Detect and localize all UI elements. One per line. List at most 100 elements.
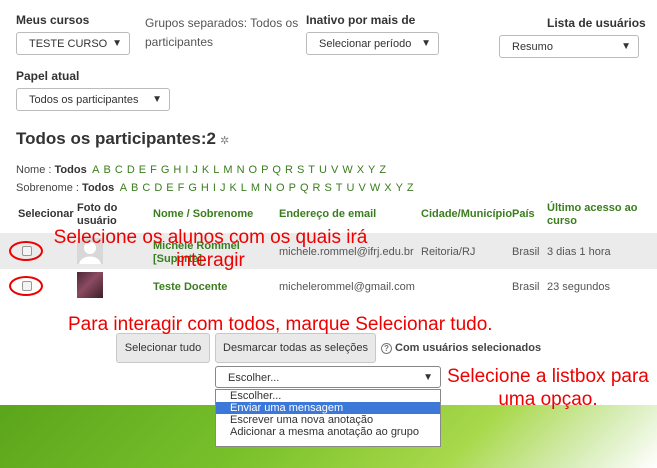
initial-letter-link[interactable]: P [289,182,296,194]
initial-letter-link[interactable]: L [241,182,247,194]
user-list-label: Lista de usuários [547,16,646,30]
col-name-header[interactable]: Nome / Sobrenome [153,208,253,221]
initial-letter-link[interactable]: F [150,164,157,176]
chevron-down-icon: ▼ [621,41,631,52]
chevron-down-icon: ▼ [152,94,162,105]
initial-letter-link[interactable]: Z [407,182,414,194]
initial-letter-link[interactable]: K [202,164,209,176]
row-city: Reitoria/RJ [421,246,476,258]
initial-letter-link[interactable]: D [154,182,162,194]
option-add-note-to-group[interactable]: Adicionar a mesma anotação ao grupo [216,426,440,438]
initial-letter-link[interactable]: T [336,182,343,194]
surname-initial-filter: Sobrenome : Todos ABCDEFGHIJKLMNOPQRSTUV… [16,182,418,194]
initial-letter-link[interactable]: P [261,164,268,176]
initial-letter-link[interactable]: V [331,164,338,176]
initial-letter-link[interactable]: X [384,182,391,194]
my-courses-select[interactable]: TESTE CURSO ▼ [16,32,130,55]
initial-letter-link[interactable]: O [276,182,285,194]
inactive-period-select[interactable]: Selecionar período ▼ [306,32,439,55]
initial-letter-link[interactable]: T [308,164,315,176]
avatar [77,272,103,298]
col-country-header[interactable]: País [512,208,535,221]
initial-letter-link[interactable]: G [161,164,170,176]
initial-letter-link[interactable]: X [357,164,364,176]
initial-letter-link[interactable]: M [223,164,232,176]
initial-letter-link[interactable]: E [139,164,146,176]
initial-letter-link[interactable]: I [185,164,188,176]
initial-letter-link[interactable]: Q [300,182,309,194]
participants-heading-wrap: Todos os participantes:2 ✲ [16,129,229,149]
surname-letters: ABCDEFGHIJKLMNOPQRSTUVWXYZ [120,182,418,194]
initial-letter-link[interactable]: O [249,164,258,176]
initial-letter-link[interactable]: E [166,182,173,194]
option-choose[interactable]: Escolher... [216,390,440,402]
col-select-header: Selecionar [18,208,74,220]
initial-letter-link[interactable]: Y [368,164,375,176]
inactive-period-value: Selecionar período [319,38,412,50]
initial-letter-link[interactable]: R [285,164,293,176]
initial-letter-link[interactable]: D [127,164,135,176]
initial-letter-link[interactable]: Z [379,164,386,176]
initial-letter-link[interactable]: B [131,182,138,194]
initial-letter-link[interactable]: C [142,182,150,194]
name-initial-filter: Nome : Todos ABCDEFGHIJKLMNOPQRSTUVWXYZ [16,164,390,176]
initial-letter-link[interactable]: K [229,182,236,194]
initial-letter-link[interactable]: R [313,182,321,194]
select-all-button[interactable]: Selecionar tudo [116,333,210,363]
initial-letter-link[interactable]: U [319,164,327,176]
page-title: Todos os participantes:2 [16,129,216,148]
user-list-value: Resumo [512,41,553,53]
initial-letter-link[interactable]: J [220,182,226,194]
name-filter-all[interactable]: Todos [55,164,87,176]
role-select[interactable]: Todos os participantes ▼ [16,88,170,111]
initial-letter-link[interactable]: Y [396,182,403,194]
initial-letter-link[interactable]: U [347,182,355,194]
annotation-select-listbox: Selecione a listbox para uma opçao. [447,366,649,410]
initial-letter-link[interactable]: Q [272,164,281,176]
user-list-select[interactable]: Resumo ▼ [499,35,639,58]
chevron-down-icon: ▼ [421,38,431,49]
initial-letter-link[interactable]: S [324,182,331,194]
my-courses-value: TESTE CURSO [29,38,108,50]
annotation-select-students: Selecione os alunos com os quais irá int… [53,227,368,271]
initial-letter-link[interactable]: I [213,182,216,194]
col-email-header[interactable]: Endereço de email [279,208,376,221]
with-selected-options-list[interactable]: Escolher... Enviar uma mensagem Escrever… [215,389,441,447]
my-courses-label: Meus cursos [16,13,90,27]
with-selected-text: Com usuários selecionados [395,342,542,354]
initial-letter-link[interactable]: V [358,182,365,194]
initial-letter-link[interactable]: N [237,164,245,176]
gear-icon[interactable]: ✲ [220,135,229,147]
initial-letter-link[interactable]: H [173,164,181,176]
help-icon[interactable]: ? [381,342,392,354]
initial-letter-link[interactable]: B [104,164,111,176]
initial-letter-link[interactable]: N [264,182,272,194]
row-last-access: 3 dias 1 hora [547,246,611,258]
initial-letter-link[interactable]: S [297,164,304,176]
row-last-access: 23 segundos [547,281,610,293]
initial-letter-link[interactable]: A [120,182,127,194]
with-selected-dropdown[interactable]: Escolher... ▼ [215,366,441,388]
initial-letter-link[interactable]: W [342,164,352,176]
surname-filter-all[interactable]: Todos [82,182,114,194]
initial-letter-link[interactable]: A [92,164,99,176]
initial-letter-link[interactable]: F [178,182,185,194]
initial-letter-link[interactable]: H [201,182,209,194]
initial-letter-link[interactable]: W [370,182,380,194]
row-country: Brasil [512,246,540,258]
chevron-down-icon: ▼ [423,372,433,383]
option-new-note[interactable]: Escrever uma nova anotação [216,414,440,426]
surname-filter-label: Sobrenome : [16,182,79,194]
option-send-message[interactable]: Enviar uma mensagem [216,402,440,414]
initial-letter-link[interactable]: G [188,182,197,194]
row-email: michelerommel@gmail.com [279,281,415,293]
row-name-link[interactable]: Teste Docente [153,281,227,293]
initial-letter-link[interactable]: C [115,164,123,176]
col-city-header[interactable]: Cidade/Município [421,208,512,221]
col-last-access-header[interactable]: Último acesso ao curso [547,202,642,228]
initial-letter-link[interactable]: M [251,182,260,194]
initial-letter-link[interactable]: J [192,164,198,176]
deselect-all-button[interactable]: Desmarcar todas as seleções [215,333,376,363]
role-label: Papel atual [16,69,80,83]
initial-letter-link[interactable]: L [213,164,219,176]
